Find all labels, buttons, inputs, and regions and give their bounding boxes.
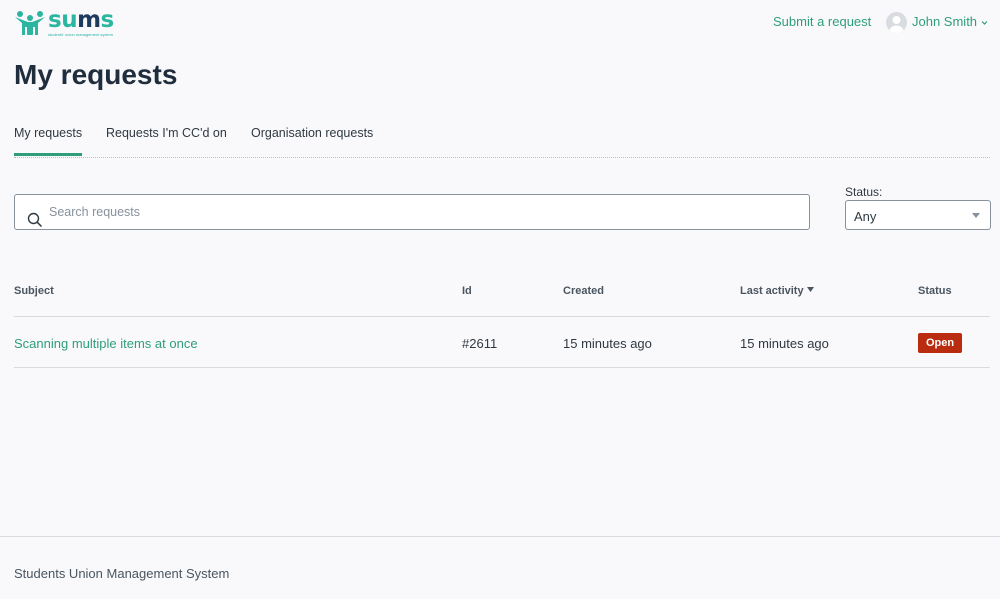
requests-table: Subject Id Created Last activity Status … [14, 266, 990, 368]
table-row: Scanning multiple items at once #2611 15… [14, 317, 990, 368]
page-title: My requests [14, 59, 178, 90]
request-last-activity: 15 minutes ago [740, 336, 829, 351]
search-icon [27, 212, 43, 228]
search-input[interactable] [49, 195, 799, 229]
user-menu[interactable]: John Smith [886, 11, 988, 33]
user-avatar-icon [889, 15, 904, 33]
tab-my-requests[interactable]: My requests [14, 126, 83, 156]
sort-descending-icon [806, 287, 814, 292]
status-filter-label: Status: [845, 185, 883, 199]
user-name: John Smith [912, 14, 978, 29]
avatar [886, 11, 907, 33]
chevron-down-icon [981, 20, 988, 25]
column-header-status[interactable]: Status [918, 285, 952, 298]
footer: Students Union Management System [0, 536, 1000, 599]
status-badge: Open [918, 333, 963, 353]
column-header-id[interactable]: Id [462, 285, 472, 298]
search-box [14, 194, 810, 230]
caret-down-icon [972, 213, 980, 218]
submit-request-link[interactable]: Submit a request [773, 14, 871, 30]
logo-wordmark: sums [48, 7, 114, 33]
header: sums students' union management system S… [0, 0, 1000, 46]
status-filter-value: Any [854, 209, 877, 224]
table-header-row: Subject Id Created Last activity Status [14, 266, 990, 317]
request-created: 15 minutes ago [563, 336, 652, 351]
column-header-created[interactable]: Created [563, 285, 604, 298]
column-header-subject[interactable]: Subject [14, 285, 54, 298]
status-filter-select[interactable]: Any [845, 200, 991, 230]
tab-cc-requests[interactable]: Requests I'm CC'd on [106, 126, 227, 141]
people-logo-icon [15, 11, 45, 35]
logo-tagline: students' union management system [48, 32, 114, 37]
logo-text: sums students' union management system [48, 7, 114, 38]
request-tabs: My requests Requests I'm CC'd on Organis… [14, 118, 990, 158]
column-header-last-activity-label: Last activity [740, 285, 804, 297]
sums-logo[interactable]: sums students' union management system [14, 9, 118, 39]
request-id: #2611 [462, 336, 498, 351]
column-header-last-activity[interactable]: Last activity [740, 285, 814, 298]
tab-organisation-requests[interactable]: Organisation requests [251, 126, 373, 141]
request-subject-link[interactable]: Scanning multiple items at once [14, 336, 198, 351]
footer-text: Students Union Management System [14, 566, 230, 581]
